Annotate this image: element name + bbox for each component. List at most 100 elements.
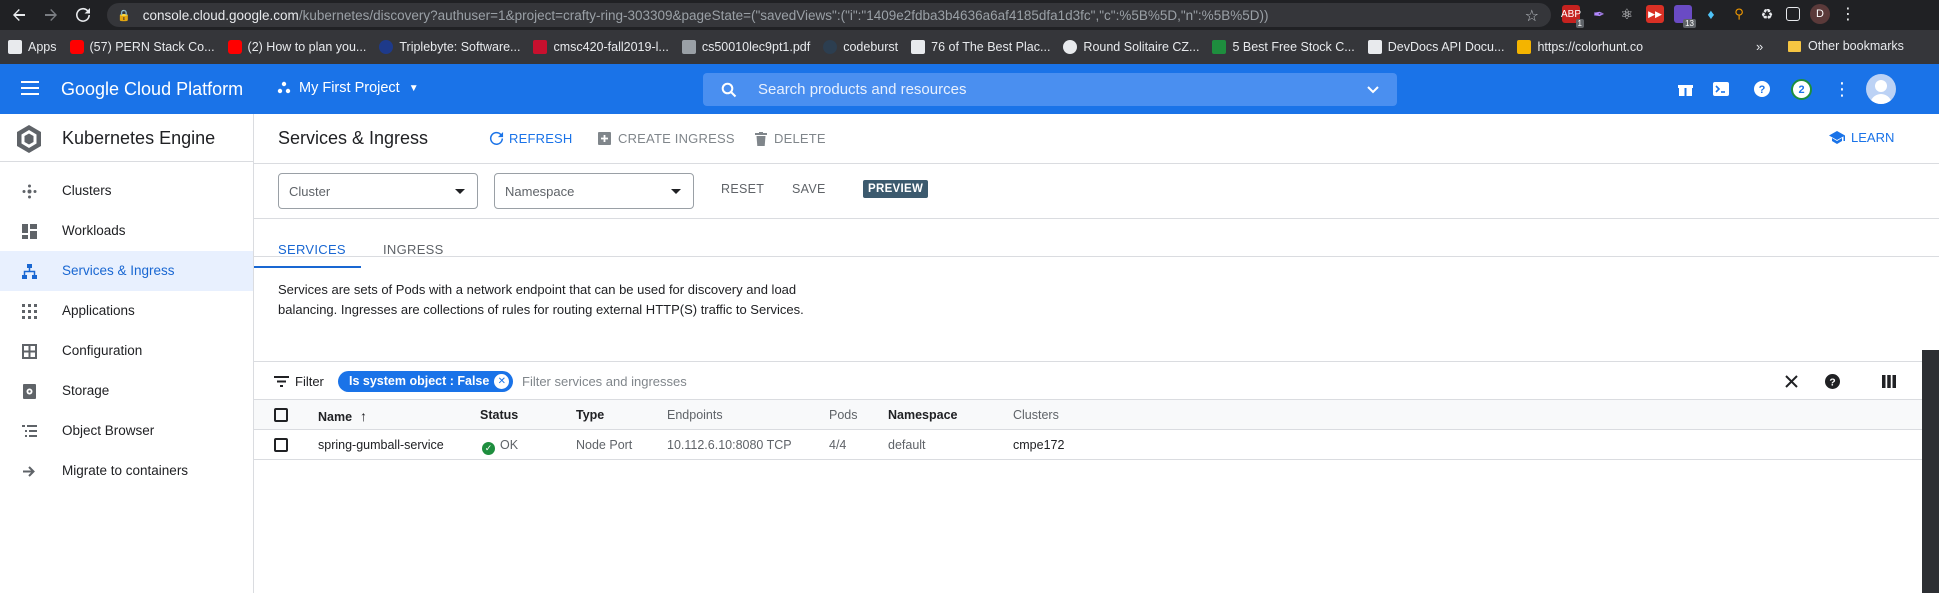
table-row: spring-gumball-service ✓ OK Node Port 10.… bbox=[254, 430, 1939, 460]
bookmark-item[interactable]: 76 of The Best Plac... bbox=[911, 40, 1050, 54]
search-input[interactable]: Search products and resources bbox=[703, 73, 1397, 106]
column-header-endpoints[interactable]: Endpoints bbox=[667, 408, 723, 422]
browser-profile-avatar[interactable]: D bbox=[1810, 4, 1830, 24]
filter-chip-system-object[interactable]: Is system object : False ✕ bbox=[338, 371, 514, 392]
svg-text:?: ? bbox=[1759, 84, 1766, 96]
tab-services[interactable]: SERVICES bbox=[254, 229, 361, 268]
page-title: Services & Ingress bbox=[278, 128, 429, 148]
object-browser-list-icon bbox=[22, 425, 37, 437]
refresh-button[interactable]: REFRESH bbox=[489, 131, 573, 146]
save-button[interactable]: SAVE bbox=[792, 182, 826, 196]
forward-icon[interactable] bbox=[38, 2, 64, 28]
reading-list-icon[interactable] bbox=[1786, 7, 1800, 21]
column-display-icon[interactable] bbox=[1880, 372, 1898, 390]
column-header-name[interactable]: Name ↑ bbox=[318, 408, 367, 424]
column-header-pods[interactable]: Pods bbox=[829, 408, 858, 422]
table-header: Name ↑ Status Type Endpoints Pods Namespa… bbox=[254, 400, 1939, 430]
cloud-shell-icon[interactable] bbox=[1712, 80, 1730, 98]
column-header-status[interactable]: Status bbox=[480, 408, 518, 422]
bookmark-item[interactable]: cs50010lec9pt1.pdf bbox=[681, 40, 810, 54]
row-checkbox[interactable] bbox=[274, 438, 288, 452]
tab-ingress[interactable]: INGRESS bbox=[361, 229, 461, 268]
react-devtools-icon[interactable]: ⚛ bbox=[1618, 5, 1636, 23]
bookmark-item[interactable]: DevDocs API Docu... bbox=[1367, 40, 1504, 54]
bookmarks-bar: Apps (57) PERN Stack Co... (2) How to pl… bbox=[0, 30, 1939, 64]
sidebar-item-object-browser[interactable]: Object Browser bbox=[0, 411, 253, 451]
cluster-select[interactable]: Cluster bbox=[278, 173, 478, 209]
account-avatar[interactable] bbox=[1866, 74, 1896, 104]
bookmark-item[interactable]: Triplebyte: Software... bbox=[379, 40, 520, 54]
devdocs-icon bbox=[1367, 40, 1382, 54]
sidebar-item-migrate-to-containers[interactable]: Migrate to containers bbox=[0, 451, 253, 491]
bookmark-item[interactable]: (57) PERN Stack Co... bbox=[69, 40, 215, 54]
bookmark-item[interactable]: https://colorhunt.co bbox=[1517, 40, 1643, 54]
sidebar-item-label: Storage bbox=[62, 383, 110, 398]
bookmark-item[interactable]: Round Solitaire CZ... bbox=[1063, 40, 1199, 54]
bookmarks-overflow-icon[interactable]: » bbox=[1756, 39, 1763, 54]
gem-extension-icon[interactable]: ♦ bbox=[1702, 5, 1720, 23]
services-description: Services are sets of Pods with a network… bbox=[278, 282, 804, 317]
create-ingress-button[interactable]: CREATE INGRESS bbox=[598, 131, 735, 146]
cluster-link[interactable]: cmpe172 bbox=[1013, 438, 1064, 452]
bookmark-item[interactable]: 5 Best Free Stock C... bbox=[1212, 40, 1355, 54]
filter-chip-label: Is system object : False bbox=[349, 374, 490, 388]
namespace-select-placeholder: Namespace bbox=[505, 184, 575, 199]
sidebar-item-clusters[interactable]: Clusters bbox=[0, 171, 253, 211]
divider bbox=[254, 256, 1939, 257]
bookmark-item[interactable]: (2) How to plan you... bbox=[227, 40, 366, 54]
puzzle-extensions-icon[interactable]: ♻ bbox=[1758, 5, 1776, 23]
counter-extension-icon[interactable]: 13 bbox=[1674, 5, 1696, 28]
project-selector[interactable]: My First Project ▼ bbox=[277, 80, 419, 96]
address-bar[interactable]: 🔒 console.cloud.google.com/kubernetes/di… bbox=[107, 3, 1551, 27]
back-icon[interactable] bbox=[6, 2, 32, 28]
more-vert-icon[interactable]: ⋮ bbox=[1833, 79, 1851, 99]
url-path: /kubernetes/discovery?authuser=1&project… bbox=[298, 7, 1269, 23]
tab-label: INGRESS bbox=[383, 242, 444, 257]
help-icon[interactable]: ? bbox=[1823, 372, 1841, 390]
sidebar-item-configuration[interactable]: Configuration bbox=[0, 331, 253, 371]
lock-icon: 🔒 bbox=[117, 9, 131, 22]
bookmark-apps[interactable]: Apps bbox=[8, 40, 57, 54]
service-name-link[interactable]: spring-gumball-service bbox=[318, 438, 444, 452]
bookmark-item[interactable]: codeburst bbox=[823, 40, 898, 54]
clear-filter-icon[interactable] bbox=[1782, 372, 1800, 390]
notifications-badge[interactable]: 2 bbox=[1791, 79, 1812, 100]
web-page-icon bbox=[911, 40, 926, 54]
filter-list-icon bbox=[274, 376, 289, 387]
filter-button[interactable]: Filter bbox=[274, 374, 324, 389]
column-header-type[interactable]: Type bbox=[576, 408, 604, 422]
delete-button[interactable]: DELETE bbox=[755, 131, 826, 146]
sidebar-item-workloads[interactable]: Workloads bbox=[0, 211, 253, 251]
sidebar-item-applications[interactable]: Applications bbox=[0, 291, 253, 331]
school-icon bbox=[1829, 131, 1845, 144]
hamburger-menu-icon[interactable] bbox=[21, 81, 39, 95]
help-icon[interactable]: ? bbox=[1753, 80, 1771, 98]
column-header-namespace[interactable]: Namespace bbox=[888, 408, 958, 422]
sidebar-item-services-ingress[interactable]: Services & Ingress bbox=[0, 251, 253, 291]
bookmark-item[interactable]: cmsc420-fall2019-l... bbox=[533, 40, 669, 54]
gcp-title[interactable]: Google Cloud Platform bbox=[61, 79, 243, 100]
project-name: My First Project bbox=[299, 80, 400, 96]
filter-input[interactable]: Filter services and ingresses bbox=[522, 374, 687, 389]
video-extension-icon[interactable]: ▶▶ bbox=[1646, 5, 1664, 23]
bookmark-star-icon[interactable]: ☆ bbox=[1525, 6, 1539, 26]
reload-icon[interactable] bbox=[70, 2, 96, 28]
learn-button[interactable]: LEARN bbox=[1829, 130, 1894, 145]
select-all-checkbox[interactable] bbox=[274, 408, 288, 422]
youtube-icon bbox=[227, 40, 242, 54]
column-header-clusters[interactable]: Clusters bbox=[1013, 408, 1059, 422]
endpoints-cell[interactable]: 10.112.6.10:8080 TCP bbox=[667, 438, 792, 452]
colorhunt-icon bbox=[1517, 40, 1532, 54]
adblock-extension-icon[interactable]: ABP 1 bbox=[1561, 5, 1584, 28]
chevron-down-icon[interactable] bbox=[1365, 81, 1381, 97]
close-icon[interactable]: ✕ bbox=[494, 374, 510, 389]
sidebar-item-storage[interactable]: Storage bbox=[0, 371, 253, 411]
namespace-select[interactable]: Namespace bbox=[494, 173, 694, 209]
browser-menu-icon[interactable]: ⋮ bbox=[1840, 4, 1856, 24]
other-bookmarks[interactable]: Other bookmarks bbox=[1788, 39, 1904, 53]
gift-icon[interactable] bbox=[1676, 80, 1694, 98]
namespace-cell: default bbox=[888, 438, 926, 452]
pin-extension-icon[interactable]: ⚲ bbox=[1730, 5, 1748, 23]
reset-button[interactable]: RESET bbox=[721, 182, 764, 196]
feather-extension-icon[interactable]: ✒ bbox=[1590, 5, 1608, 23]
